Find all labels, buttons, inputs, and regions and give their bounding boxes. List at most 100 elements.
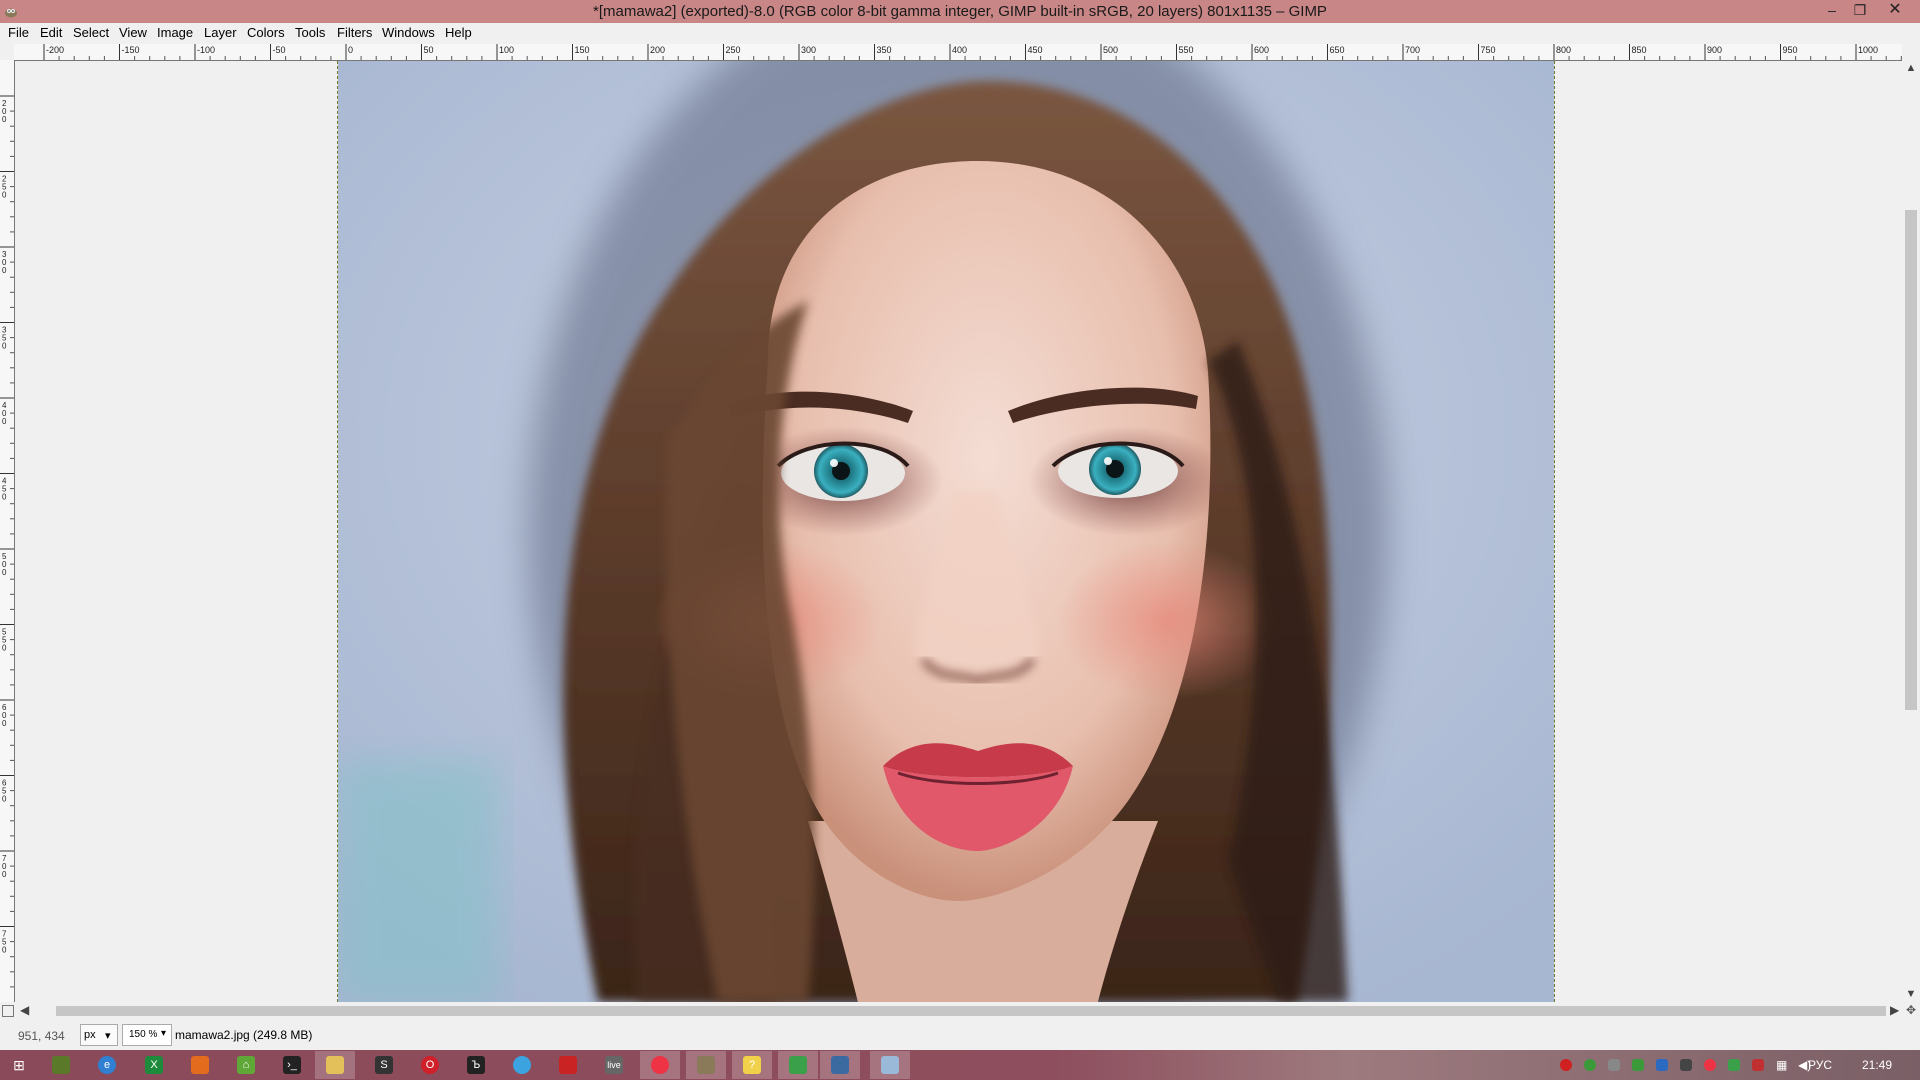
language-indicator[interactable]: РУС — [1808, 1058, 1832, 1072]
ruler-label: 200 — [650, 45, 665, 55]
status-bar: 951, 434 px ▾ 150 % ▾ mamawa2.jpg (249.8… — [0, 1020, 1920, 1050]
vertical-scroll-thumb[interactable] — [1905, 210, 1917, 710]
ruler-label: 650 — [1330, 45, 1345, 55]
ruler-label-char: 0 — [2, 115, 7, 124]
scroll-up-icon[interactable]: ▲ — [1902, 62, 1920, 74]
windows-start-icon[interactable]: ⊞ — [10, 1056, 28, 1074]
chevron-down-icon: ▾ — [161, 1028, 167, 1039]
app-icon-blue[interactable] — [513, 1056, 531, 1074]
unit-select[interactable]: px ▾ — [80, 1024, 118, 1046]
internet-explorer-icon[interactable]: e — [98, 1056, 116, 1074]
quick-mask-toggle[interactable] — [2, 1005, 14, 1017]
tray-red-icon[interactable] — [1560, 1059, 1572, 1071]
sublime-text-icon[interactable]: S — [375, 1056, 393, 1074]
tray-green-icon[interactable] — [1584, 1059, 1596, 1071]
opera-icon[interactable]: O — [421, 1056, 439, 1074]
menu-bar: File Edit Select View Image Layer Colors… — [0, 23, 1920, 44]
tray-flag-icon[interactable] — [1752, 1059, 1764, 1071]
network-icon[interactable]: ▦ — [1776, 1058, 1787, 1072]
ruler-label: 400 — [952, 45, 967, 55]
font-app-icon[interactable]: Ъ — [467, 1056, 485, 1074]
taskbar: ⊞ e X ⌂ ›_ S O Ъ live ? ▦ ◀) РУС 21:49 — [0, 1050, 1920, 1080]
ruler-label: -50 — [273, 45, 286, 55]
title-bar: *[mamawa2] (exported)-8.0 (RGB color 8-b… — [0, 0, 1920, 23]
menu-select[interactable]: Select — [73, 25, 109, 40]
ruler-label-char: 0 — [2, 417, 7, 426]
ruler-label: 550 — [1179, 45, 1194, 55]
menu-image[interactable]: Image — [157, 25, 193, 40]
zoom-value: 150 % — [129, 1029, 158, 1040]
tray-app-icon[interactable] — [1608, 1059, 1620, 1071]
ruler-label: 950 — [1783, 45, 1798, 55]
tray-app-icon[interactable] — [1680, 1059, 1692, 1071]
menu-windows[interactable]: Windows — [382, 25, 435, 40]
ruler-label: -150 — [122, 45, 140, 55]
unit-value: px — [84, 1029, 96, 1041]
ruler-label: 750 — [1481, 45, 1496, 55]
ruler-label-char: 0 — [2, 719, 7, 728]
ruler-label-char: 0 — [2, 266, 7, 275]
zoom-image-when-window-size-changes-icon[interactable] — [1902, 44, 1920, 60]
ruler-label-char: 0 — [2, 493, 7, 502]
portrait-image — [338, 61, 1554, 1002]
scroll-left-icon[interactable]: ◀ — [20, 1003, 29, 1017]
vertical-ruler-scale: 200250300350400450500550600650700750 — [0, 95, 14, 988]
ruler-label-char: 0 — [2, 644, 7, 653]
menu-filters[interactable]: Filters — [337, 25, 372, 40]
horizontal-ruler-scale: -200 -150 -100 -50 0 50 100 150 200 250 300 350 400 4… — [43, 44, 1917, 60]
ruler-label-char: 0 — [2, 568, 7, 577]
menu-edit[interactable]: Edit — [40, 25, 62, 40]
vertical-scrollbar[interactable]: ▲ ▼ — [1902, 60, 1920, 1002]
ruler-label: 50 — [424, 45, 434, 55]
horizontal-scroll-thumb[interactable] — [56, 1006, 1886, 1016]
app-icon-1[interactable] — [52, 1056, 70, 1074]
app-icon-window[interactable] — [831, 1056, 849, 1074]
menu-colors[interactable]: Colors — [247, 25, 285, 40]
image-canvas[interactable] — [15, 61, 1901, 1002]
navigate-icon[interactable]: ✥ — [1904, 1003, 1918, 1017]
app-icon-green[interactable] — [789, 1056, 807, 1074]
notepad-icon[interactable] — [881, 1056, 899, 1074]
restore-button[interactable]: ❐ — [1846, 0, 1874, 20]
file-explorer-icon[interactable] — [326, 1056, 344, 1074]
scroll-down-icon[interactable]: ▼ — [1902, 988, 1920, 1000]
menu-help[interactable]: Help — [445, 25, 472, 40]
vertical-ruler[interactable]: 200250300350400450500550600650700750 — [0, 60, 15, 1002]
zoom-select[interactable]: 150 % ▾ — [122, 1024, 172, 1046]
acrobat-icon[interactable] — [559, 1056, 577, 1074]
ruler-label: 800 — [1556, 45, 1571, 55]
ruler-label: 300 — [801, 45, 816, 55]
ruler-label: 900 — [1707, 45, 1722, 55]
ruler-label: 850 — [1632, 45, 1647, 55]
terminal-icon[interactable]: ›_ — [283, 1056, 301, 1074]
close-button[interactable]: ✕ — [1878, 0, 1912, 20]
window-title: *[mamawa2] (exported)-8.0 (RGB color 8-b… — [593, 3, 1327, 20]
help-app-icon[interactable]: ? — [743, 1056, 761, 1074]
clock[interactable]: 21:49 — [1862, 1058, 1892, 1072]
ruler-corner-button[interactable] — [0, 44, 14, 60]
gimp-taskbar-icon[interactable] — [697, 1056, 715, 1074]
tray-chrome-icon[interactable] — [1704, 1059, 1716, 1071]
ruler-label: -200 — [46, 45, 64, 55]
live-icon[interactable]: live — [605, 1056, 623, 1074]
tray-app-icon[interactable] — [1656, 1059, 1668, 1071]
menu-tools[interactable]: Tools — [295, 25, 325, 40]
menu-view[interactable]: View — [119, 25, 147, 40]
ruler-label-char: 0 — [2, 946, 7, 955]
horizontal-ruler[interactable]: -200 -150 -100 -50 0 50 100 150 200 250 300 350 400 4… — [14, 44, 1917, 61]
minimize-button[interactable]: – — [1818, 0, 1846, 20]
ruler-label: -100 — [197, 45, 215, 55]
ruler-label: 0 — [348, 45, 353, 55]
menu-layer[interactable]: Layer — [204, 25, 237, 40]
scroll-right-icon[interactable]: ▶ — [1890, 1003, 1899, 1017]
chrome-icon[interactable] — [651, 1056, 669, 1074]
home-app-icon[interactable]: ⌂ — [237, 1056, 255, 1074]
horizontal-scrollbar[interactable]: ◀ ▶ — [14, 1002, 1902, 1020]
tray-app-icon[interactable] — [1632, 1059, 1644, 1071]
tray-app-icon[interactable] — [1728, 1059, 1740, 1071]
image-layer-portrait[interactable] — [337, 61, 1555, 1002]
menu-file[interactable]: File — [8, 25, 29, 40]
excel-icon[interactable]: X — [145, 1056, 163, 1074]
app-icon-orange[interactable] — [191, 1056, 209, 1074]
ruler-label: 1000 — [1858, 45, 1878, 55]
